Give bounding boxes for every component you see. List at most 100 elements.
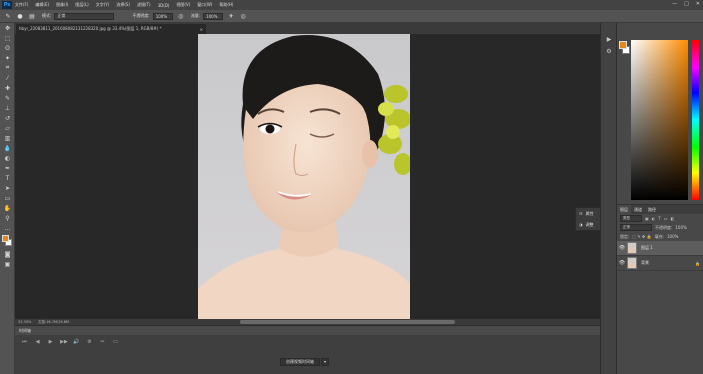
horizontal-scrollbar[interactable] [240, 320, 455, 324]
more-tools-icon[interactable]: … [0, 223, 15, 233]
pressure-opacity-icon[interactable]: ◎ [177, 12, 185, 20]
tab-paths[interactable]: 路径 [645, 205, 659, 214]
tab-channels[interactable]: 通道 [631, 205, 645, 214]
opacity-field[interactable]: 100% [152, 12, 173, 20]
lasso-tool-icon[interactable]: ʘ [0, 43, 15, 53]
menu-layer[interactable]: 图层(L) [75, 2, 88, 8]
color-picker-field[interactable] [631, 40, 688, 200]
type-tool-icon[interactable]: T [0, 173, 15, 183]
settings-icon[interactable]: ⚙ [86, 339, 93, 345]
menu-view[interactable]: 视图(V) [176, 2, 190, 8]
brush-tool-icon[interactable]: ✎ [0, 93, 15, 103]
menu-edit[interactable]: 编辑(E) [35, 2, 49, 8]
layer-name: 图层 1 [641, 245, 653, 250]
window-controls: — □ ✕ [672, 1, 700, 7]
split-icon[interactable]: ✂ [99, 339, 106, 345]
brush-panel-icon[interactable]: ▤ [28, 12, 36, 20]
next-frame-icon[interactable]: ▶▶ [60, 339, 68, 345]
menu-window[interactable]: 窗口(W) [197, 2, 212, 8]
flow-field[interactable]: 100% [203, 12, 224, 20]
brush-preset-icon[interactable]: ● [16, 12, 24, 20]
minimize-button[interactable]: — [672, 1, 677, 7]
crop-tool-icon[interactable]: ⌗ [0, 63, 15, 73]
zoom-tool-icon[interactable]: ⚲ [0, 213, 15, 223]
history-brush-tool-icon[interactable]: ↺ [0, 113, 15, 123]
path-select-tool-icon[interactable]: ➤ [0, 183, 15, 193]
tab-layers[interactable]: 图层 [617, 205, 631, 214]
mode-label: 模式: [42, 13, 52, 18]
visibility-eye-icon[interactable]: 👁 [617, 245, 627, 251]
quick-select-tool-icon[interactable]: ✦ [0, 53, 15, 63]
menu-help[interactable]: 帮助(H) [219, 2, 233, 8]
document-info[interactable]: 文档:16.7M/16.8M [38, 320, 118, 325]
color-panel-swatches[interactable] [619, 41, 631, 55]
panel-foreground-swatch[interactable] [619, 41, 627, 49]
healing-brush-tool-icon[interactable]: ✚ [0, 83, 15, 93]
pressure-size-icon[interactable]: ◎ [239, 12, 247, 20]
layer-row[interactable]: 👁 图层 1 [617, 241, 703, 256]
audio-icon[interactable]: 🔊 [73, 339, 80, 345]
filter-adjust-icon[interactable]: ◐ [652, 216, 656, 221]
fill-value[interactable]: 100% [667, 234, 678, 239]
mode-select[interactable]: 正常 [54, 12, 115, 20]
brush-tool-icon[interactable]: ✎ [4, 12, 12, 20]
opacity-label: 不透明度: [132, 13, 150, 18]
blend-mode-select[interactable]: 正常 [620, 224, 652, 231]
menu-file[interactable]: 文件(F) [15, 2, 28, 8]
menu-filter[interactable]: 滤镜(T) [137, 2, 151, 8]
marquee-tool-icon[interactable]: ⬚ [0, 33, 15, 43]
timeline-controls: ⏮ ◀ ▶ ▶▶ 🔊 ⚙ ✂ ▭ [15, 335, 600, 349]
document-tab[interactable]: hbyr_22083811_201608082131228320.jpg @ 3… [16, 24, 206, 34]
blur-tool-icon[interactable]: 💧 [0, 143, 15, 153]
timeline-tab[interactable]: 时间轴 [15, 326, 600, 335]
first-frame-icon[interactable]: ⏮ [21, 339, 28, 345]
move-tool-icon[interactable]: ✥ [0, 23, 15, 33]
hue-slider[interactable] [692, 40, 699, 200]
chevron-down-icon[interactable]: ▾ [321, 357, 329, 366]
layer-name: 背景 [641, 260, 649, 265]
transition-icon[interactable]: ▭ [112, 339, 119, 345]
eyedropper-tool-icon[interactable]: ⁄ [0, 73, 15, 83]
quick-mask-icon[interactable]: ◙ [0, 249, 15, 259]
close-button[interactable]: ✕ [696, 1, 700, 7]
filter-type-icon[interactable]: T [658, 216, 660, 221]
layers-panel: 图层 通道 路径 类型 ▣ ◐ T ▭ ◧ 正常 不透明度: 100% 锁定: … [617, 204, 703, 374]
menu-select[interactable]: 选择(S) [116, 2, 130, 8]
document-image[interactable] [198, 34, 410, 319]
shape-tool-icon[interactable]: ▭ [0, 193, 15, 203]
properties-icon: ☷ [579, 211, 583, 216]
filter-shape-icon[interactable]: ▭ [664, 216, 668, 221]
lock-icon: 🔒 [695, 260, 700, 266]
history-panel-icon[interactable]: ▶ [601, 33, 617, 45]
clone-stamp-tool-icon[interactable]: ⊥ [0, 103, 15, 113]
canvas-area[interactable]: ☷ 属性 ◑ 调整 [15, 34, 608, 319]
foreground-color-swatch[interactable] [2, 235, 9, 242]
layer-filter-select[interactable]: 类型 [620, 215, 642, 222]
brush-settings-icon[interactable]: ⚙ [601, 45, 617, 57]
airbrush-icon[interactable]: ✈ [227, 12, 235, 20]
zoom-level[interactable]: 33.33% [18, 320, 38, 324]
visibility-eye-icon[interactable]: 👁 [617, 260, 627, 266]
maximize-button[interactable]: □ [684, 1, 689, 7]
lock-icons[interactable]: ⬚ ✎ ✥ 🔒 [632, 234, 651, 239]
layer-row[interactable]: 👁 背景 🔒 [617, 256, 703, 271]
panel-dock: ▶ ⚙ [600, 23, 616, 374]
play-icon[interactable]: ▶ [47, 339, 54, 345]
filter-pixel-icon[interactable]: ▣ [645, 216, 649, 221]
color-swatches[interactable] [0, 233, 14, 249]
filter-smart-icon[interactable]: ◧ [671, 216, 675, 221]
pen-tool-icon[interactable]: ✒ [0, 163, 15, 173]
menu-3d[interactable]: 3D(D) [158, 3, 170, 8]
screen-mode-icon[interactable]: ▣ [0, 259, 15, 269]
menu-image[interactable]: 图像(I) [56, 2, 68, 8]
gradient-tool-icon[interactable]: ▥ [0, 133, 15, 143]
eraser-tool-icon[interactable]: ▱ [0, 123, 15, 133]
photoshop-logo: Ps [2, 1, 12, 9]
layer-opacity-value[interactable]: 100% [675, 225, 686, 230]
hand-tool-icon[interactable]: ✋ [0, 203, 15, 213]
dodge-tool-icon[interactable]: ◐ [0, 153, 15, 163]
previous-frame-icon[interactable]: ◀ [34, 339, 41, 345]
close-document-icon[interactable]: × [200, 27, 203, 32]
create-video-timeline-button[interactable]: 创建视频时间轴 [280, 357, 320, 366]
menu-type[interactable]: 文字(Y) [96, 2, 110, 8]
